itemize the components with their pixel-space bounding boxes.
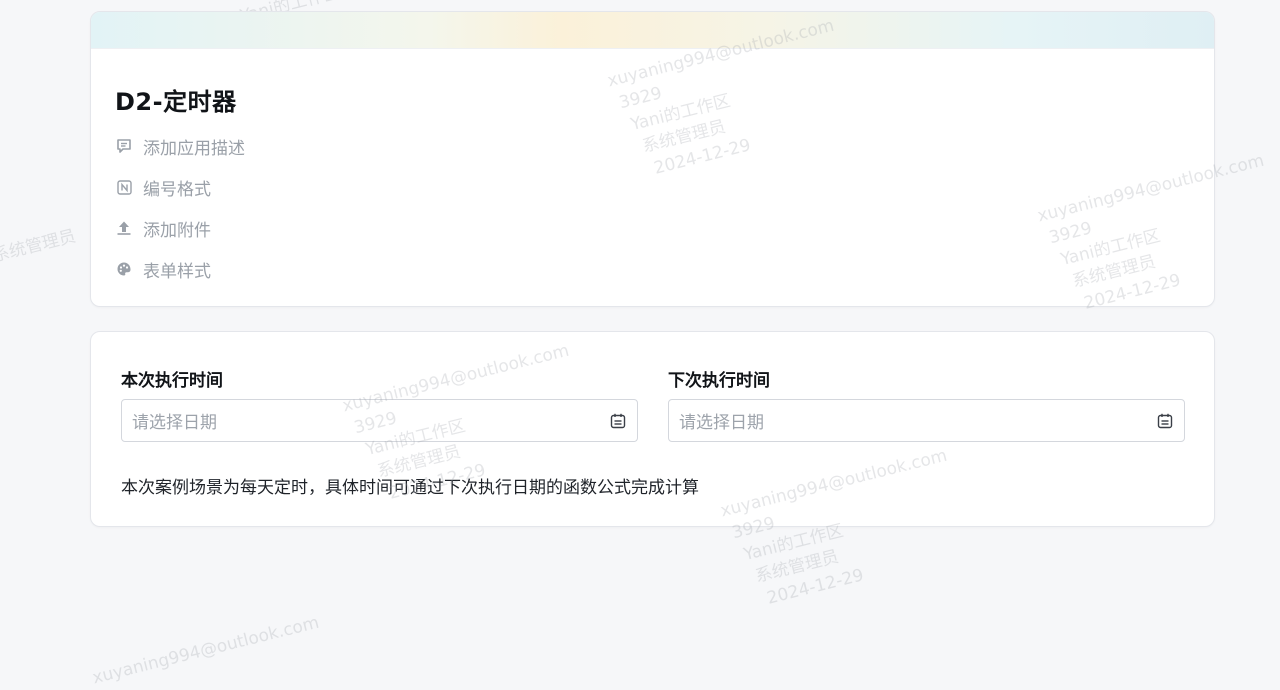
comment-icon xyxy=(115,137,133,155)
watermark: 系统管理员 xyxy=(0,224,78,268)
watermark-date: 2024-12-29 xyxy=(764,565,866,609)
form-style-label: 表单样式 xyxy=(143,261,211,282)
calendar-icon[interactable] xyxy=(1156,412,1174,430)
watermark: xuyaning994@outlook.com xyxy=(90,611,322,690)
next-exec-placeholder: 请选择日期 xyxy=(679,413,764,433)
current-exec-placeholder: 请选择日期 xyxy=(132,413,217,433)
watermark-id: 3929 xyxy=(232,0,337,5)
watermark-email: xuyaning994@outlook.com xyxy=(90,612,322,689)
upload-icon xyxy=(115,219,133,237)
add-attachment-label: 添加附件 xyxy=(143,220,211,241)
add-description-label: 添加应用描述 xyxy=(143,138,245,159)
current-exec-date-picker[interactable]: 请选择日期 xyxy=(121,399,638,442)
app-title: D2-定时器 xyxy=(115,88,237,116)
numbering-icon xyxy=(115,178,133,196)
form-style-button[interactable]: 表单样式 xyxy=(115,257,211,282)
calendar-icon[interactable] xyxy=(609,412,627,430)
next-exec-date-picker[interactable]: 请选择日期 xyxy=(668,399,1185,442)
add-attachment-button[interactable]: 添加附件 xyxy=(115,216,211,241)
numbering-format-button[interactable]: 编号格式 xyxy=(115,175,211,200)
form-card: 本次执行时间 请选择日期 下次执行时间 请选择日期 本次案例场景为每天定时，具体… xyxy=(90,331,1215,527)
palette-icon xyxy=(115,260,133,278)
header-banner xyxy=(91,12,1214,49)
add-description-button[interactable]: 添加应用描述 xyxy=(115,134,245,159)
numbering-format-label: 编号格式 xyxy=(143,179,211,200)
next-exec-label: 下次执行时间 xyxy=(668,371,770,391)
watermark-role: 系统管理员 xyxy=(0,226,78,267)
current-exec-label: 本次执行时间 xyxy=(121,371,223,391)
scenario-description: 本次案例场景为每天定时，具体时间可通过下次执行日期的函数公式完成计算 xyxy=(121,478,699,498)
app-header-card: D2-定时器 添加应用描述 编号格式 添加附件 表单样式 xyxy=(90,11,1215,307)
